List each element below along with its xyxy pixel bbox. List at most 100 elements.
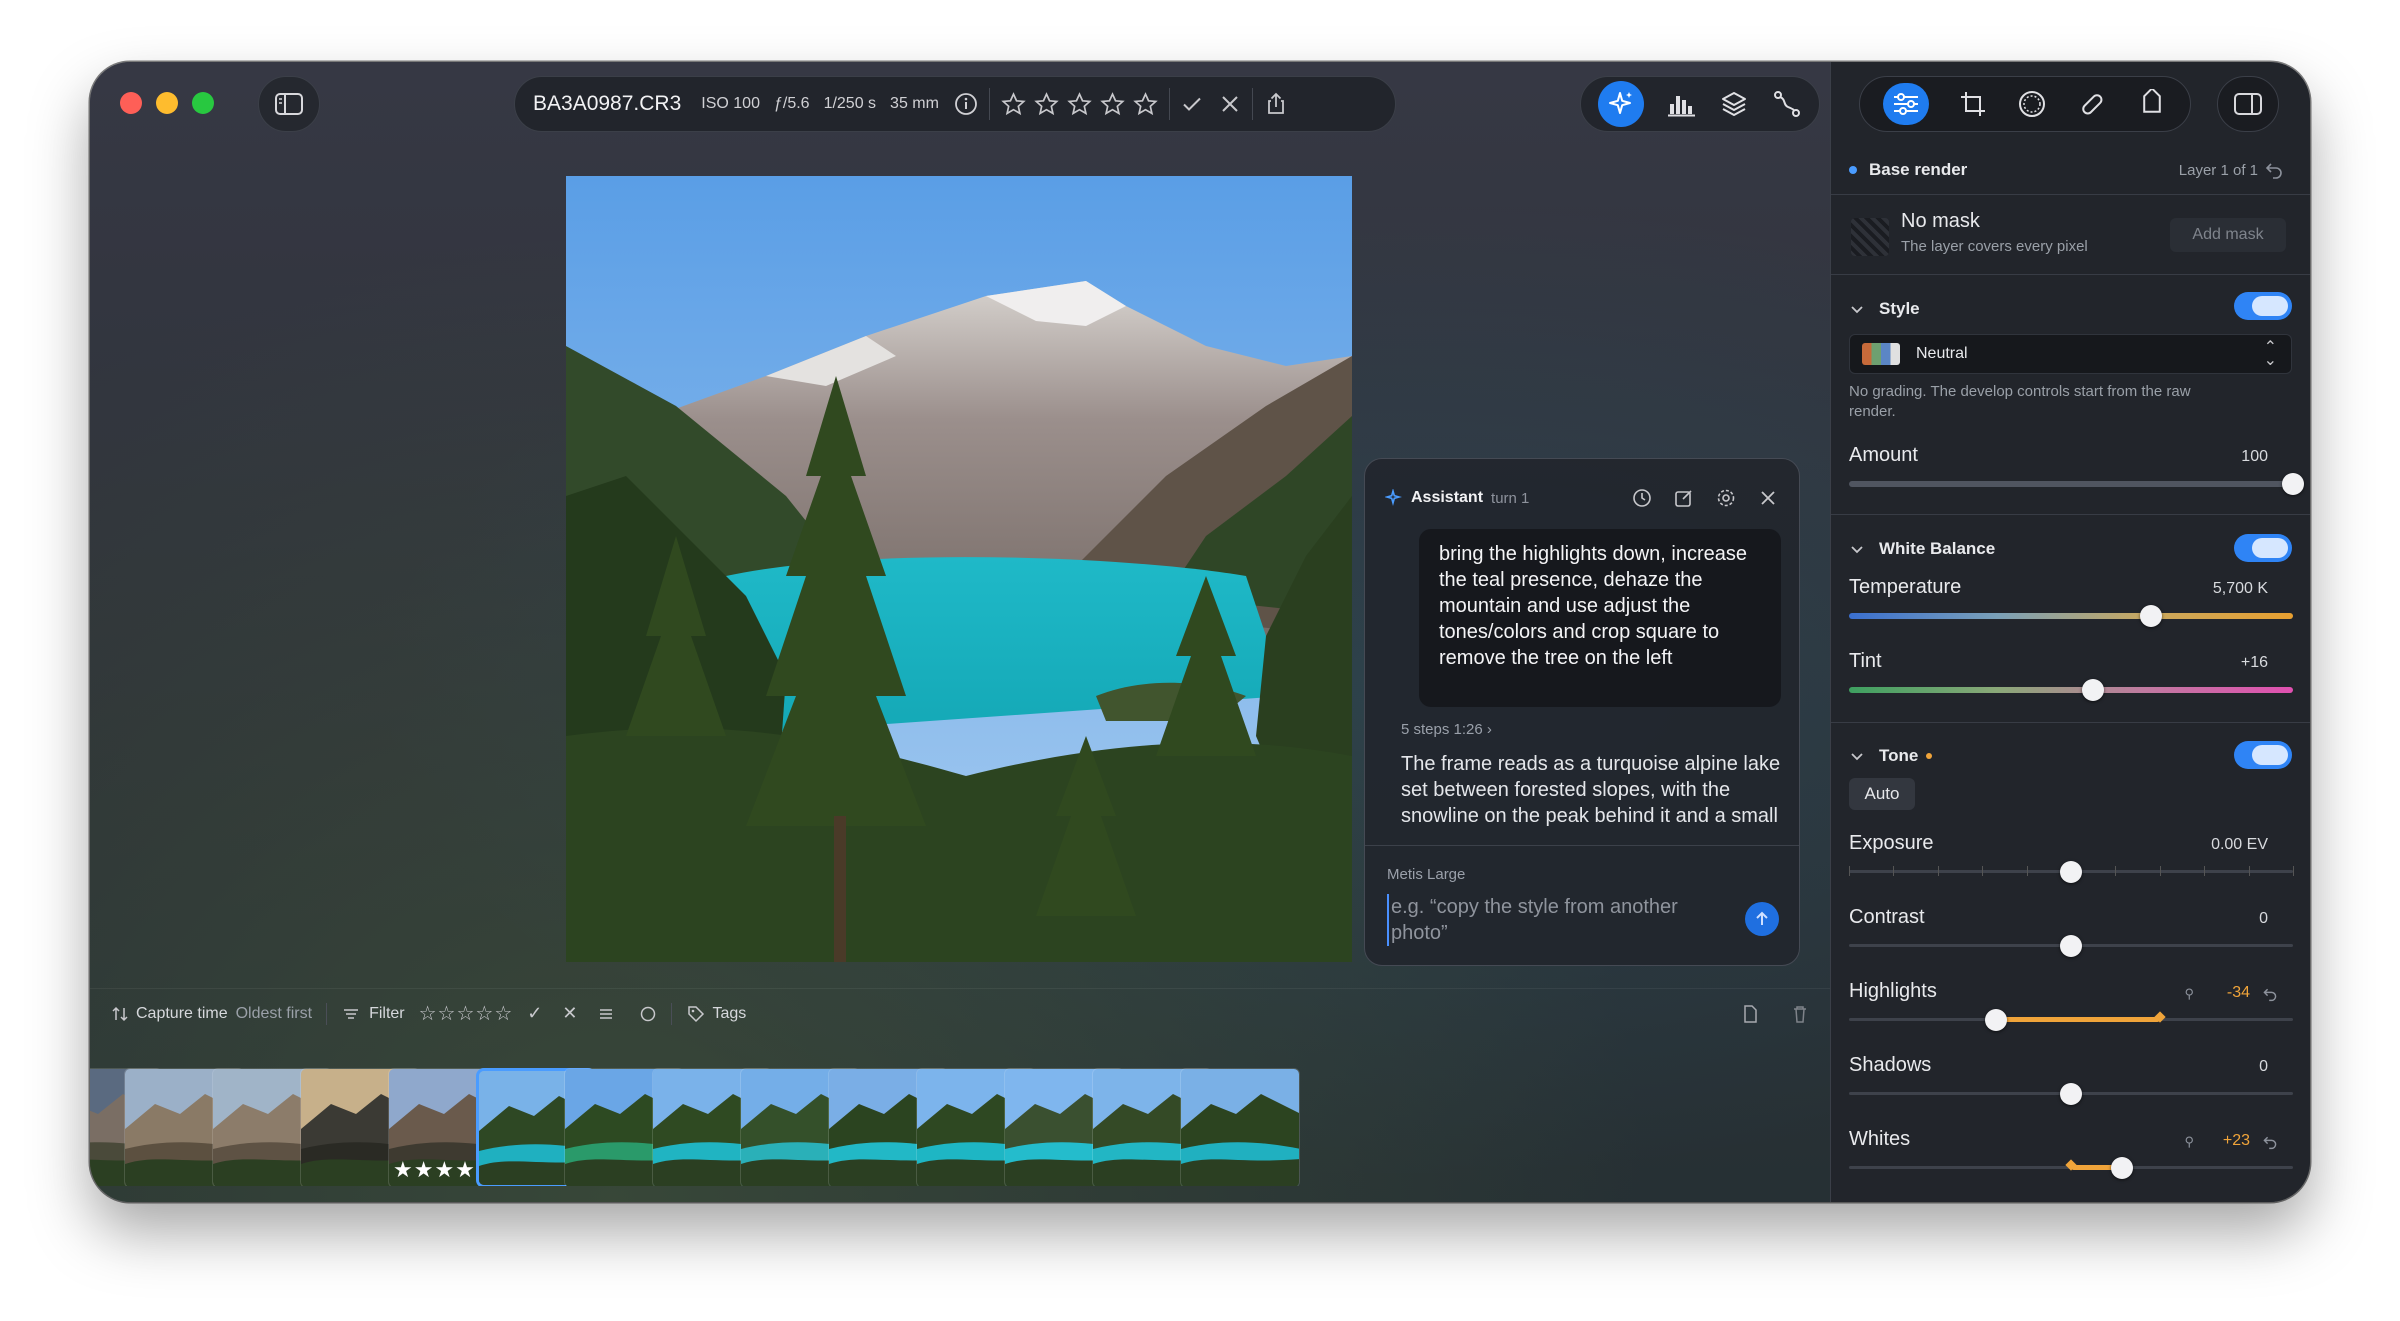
white-balance-toggle[interactable] <box>2234 534 2292 562</box>
tags-control[interactable]: Tags <box>686 1004 746 1024</box>
filter-reject-x-icon[interactable]: ✕ <box>562 1003 577 1024</box>
add-mask-button[interactable]: Add mask <box>2170 218 2286 252</box>
filter-bar: Capture time Oldest first Filter ☆☆☆☆☆ ✓ … <box>90 988 1830 1038</box>
exposure-slider-knob[interactable] <box>2060 861 2082 883</box>
send-button[interactable] <box>1745 902 1779 936</box>
trash-icon[interactable] <box>1790 1004 1810 1029</box>
zoom-window-button[interactable] <box>192 92 214 114</box>
style-description: No grading. The develop controls start f… <box>1849 383 2191 420</box>
toggle-sidebar-button[interactable] <box>258 76 320 132</box>
export-icon[interactable] <box>1740 1004 1760 1029</box>
temperature-label: Temperature <box>1849 576 1962 598</box>
mountain-lake-image <box>566 176 1352 962</box>
tick-mark <box>2159 866 2161 876</box>
tone-section-header[interactable]: Tone <box>1849 741 2292 771</box>
star-icon[interactable] <box>1132 91 1159 118</box>
auto-tone-button[interactable]: Auto <box>1849 778 1915 810</box>
style-section-label: Style <box>1879 299 1920 318</box>
star-icon[interactable] <box>1033 91 1060 118</box>
info-icon[interactable] <box>953 91 979 117</box>
shadows-value: 0 <box>2259 1058 2268 1075</box>
style-section-header[interactable]: Style <box>1849 294 2292 324</box>
assistant-header: Assistant turn 1 <box>1365 477 1799 519</box>
tint-slider-track[interactable] <box>1849 687 2293 693</box>
close-icon[interactable] <box>1757 487 1779 509</box>
prompt-input[interactable]: e.g. “copy the style from another photo” <box>1387 894 1727 946</box>
undo-icon[interactable] <box>2264 160 2284 180</box>
modified-dot <box>1926 753 1933 759</box>
reject-x-icon[interactable] <box>1218 92 1242 116</box>
filter-pick-checkmark-icon[interactable]: ✓ <box>527 1003 542 1024</box>
highlights-slider-knob[interactable] <box>1984 1009 2007 1031</box>
filter-control[interactable]: Filter <box>341 1004 405 1024</box>
contrast-slider-knob[interactable] <box>2060 935 2082 957</box>
crop-icon[interactable] <box>1959 90 1987 118</box>
main-photo[interactable] <box>566 176 1352 962</box>
layer-count: Layer 1 of 1 <box>2178 161 2258 179</box>
amount-slider-knob[interactable] <box>2282 473 2304 495</box>
whites-value: +23 <box>2222 1132 2250 1149</box>
layer-row[interactable]: Base render Layer 1 of 1 <box>1849 158 2292 182</box>
ai-edit-badge-icon: ⚲ <box>2184 986 2194 1001</box>
bandage-heal-icon[interactable] <box>2077 89 2107 119</box>
temperature-slider-track[interactable] <box>1849 613 2293 619</box>
layers-icon[interactable] <box>1719 89 1749 119</box>
white-balance-label: White Balance <box>1879 539 1996 558</box>
star-icon[interactable] <box>1099 91 1126 118</box>
filmstrip-thumbnail[interactable] <box>1180 1068 1300 1186</box>
tag-icon[interactable] <box>2137 89 2167 119</box>
sort-icon <box>112 1006 128 1021</box>
layer-name: Base render <box>1869 160 1968 179</box>
histogram-icon[interactable] <box>1667 90 1697 118</box>
gear-icon[interactable] <box>1715 487 1737 509</box>
star-icon[interactable] <box>1000 91 1027 118</box>
panel-tool-tabs <box>1859 76 2191 132</box>
pick-checkmark-icon[interactable] <box>1180 92 1204 116</box>
whites-slider-knob[interactable] <box>2111 1157 2134 1179</box>
divider <box>1831 514 2310 515</box>
tick-mark <box>1849 866 1850 876</box>
minimize-window-button[interactable] <box>156 92 178 114</box>
share-icon[interactable] <box>1263 91 1289 117</box>
close-window-button[interactable] <box>120 92 142 114</box>
star-rating[interactable] <box>1000 91 1159 118</box>
sort-control[interactable]: Capture time Oldest first <box>110 1004 312 1024</box>
shadows-slider-knob[interactable] <box>2060 1083 2082 1105</box>
filter-list-icon[interactable] <box>597 1005 615 1023</box>
layer-dot <box>1849 166 1857 174</box>
adjust-sliders-tab[interactable] <box>1883 83 1929 125</box>
assistant-sparkle-button[interactable] <box>1598 81 1645 127</box>
shutter-value: 1/250 s <box>823 95 877 112</box>
star-icon[interactable] <box>1066 91 1093 118</box>
divider <box>988 88 990 120</box>
highlights-value: -34 <box>2226 984 2250 1001</box>
tick-mark <box>2248 866 2250 876</box>
amount-slider-track[interactable] <box>1849 481 2293 487</box>
new-chat-icon[interactable] <box>1673 487 1695 509</box>
tags-label: Tags <box>712 1004 747 1022</box>
curve-path-icon[interactable] <box>1772 89 1802 119</box>
focal-length-value: 35 mm <box>890 95 939 112</box>
filter-stars[interactable]: ☆☆☆☆☆ <box>419 1001 514 1026</box>
white-balance-section-header[interactable]: White Balance <box>1849 534 2292 564</box>
highlights-change-fill <box>1995 1017 2160 1022</box>
history-icon[interactable] <box>1631 487 1653 509</box>
toggle-inspector-button[interactable] <box>2217 76 2279 132</box>
mask-circle-icon[interactable] <box>2017 89 2047 119</box>
filter-circle-icon[interactable] <box>639 1005 657 1023</box>
sparkle-icon <box>1609 92 1633 114</box>
steps-summary[interactable]: 5 steps 1:26 › <box>1401 721 1492 738</box>
tint-slider-knob[interactable] <box>2082 679 2105 701</box>
sliders-icon <box>1894 93 1918 115</box>
app-window: BA3A0987.CR3 ISO 100 ƒ/5.6 1/250 s 35 mm <box>90 62 2310 1202</box>
shadows-label: Shadows <box>1849 1054 1932 1076</box>
steps-label: 5 steps 1:26 <box>1401 721 1483 738</box>
reset-icon[interactable] <box>2262 986 2278 1002</box>
model-name[interactable]: Metis Large <box>1387 866 1465 883</box>
tone-toggle[interactable] <box>2234 741 2292 769</box>
style-toggle[interactable] <box>2234 292 2292 320</box>
temperature-slider-knob[interactable] <box>2139 605 2162 627</box>
chevron-down-icon <box>1851 753 1863 761</box>
style-preset-select[interactable]: Neutral ⌃ ⌄ <box>1849 334 2292 374</box>
reset-icon[interactable] <box>2262 1134 2278 1150</box>
